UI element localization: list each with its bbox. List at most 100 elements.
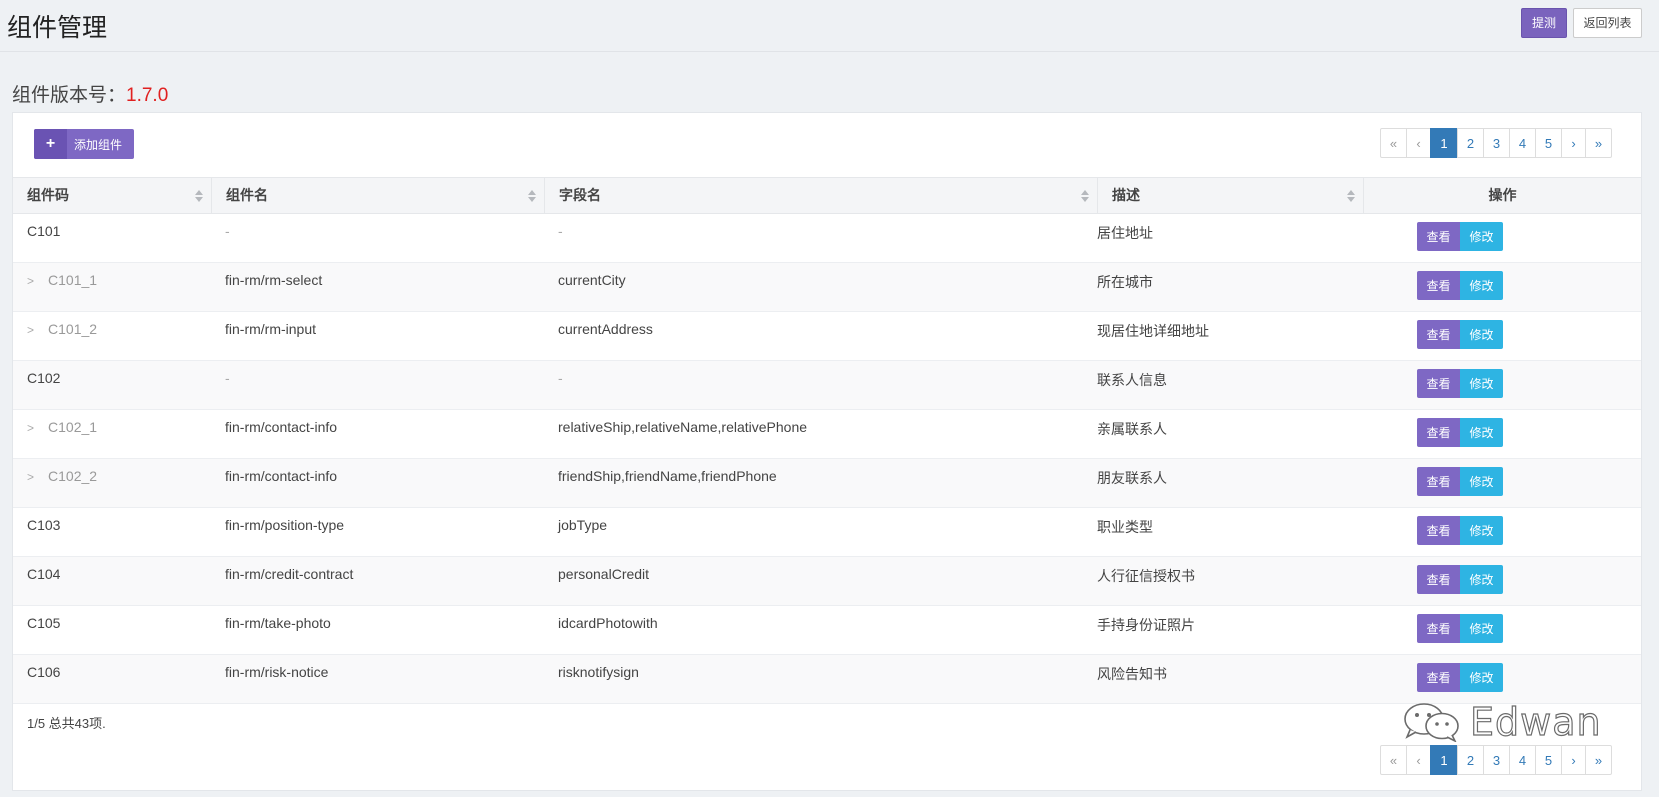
child-indicator-icon: >: [27, 323, 35, 337]
view-button[interactable]: 查看: [1417, 222, 1460, 251]
component-code: C101_2: [48, 321, 98, 337]
column-header-field[interactable]: 字段名: [545, 178, 1098, 213]
component-code: C105: [27, 615, 61, 631]
table-row: C102 - - 联系人信息 查看 修改: [13, 361, 1641, 410]
component-code: C101: [27, 223, 61, 239]
view-button[interactable]: 查看: [1417, 467, 1460, 496]
pagination-last[interactable]: »: [1585, 128, 1612, 158]
view-button[interactable]: 查看: [1417, 320, 1460, 349]
pagination-prev[interactable]: ‹: [1406, 745, 1431, 775]
edit-button[interactable]: 修改: [1460, 467, 1503, 496]
view-button[interactable]: 查看: [1417, 418, 1460, 447]
row-actions: 查看 修改: [1417, 222, 1503, 251]
pagination-page-4[interactable]: 4: [1509, 128, 1536, 158]
cell-code: C102: [27, 370, 60, 386]
child-indicator-icon: >: [27, 470, 35, 484]
cell-field-name: friendShip,friendName,friendPhone: [558, 468, 777, 484]
back-to-list-button[interactable]: 返回列表: [1573, 8, 1642, 38]
pagination-page-4[interactable]: 4: [1509, 745, 1536, 775]
edit-button[interactable]: 修改: [1460, 565, 1503, 594]
pagination-page-1[interactable]: 1: [1430, 128, 1458, 158]
edit-button[interactable]: 修改: [1460, 663, 1503, 692]
pagination-page-3[interactable]: 3: [1483, 128, 1510, 158]
pagination-first[interactable]: «: [1380, 128, 1407, 158]
component-code: C102_2: [48, 468, 98, 484]
cell-code: C104: [27, 566, 60, 582]
pagination-prev[interactable]: ‹: [1406, 128, 1431, 158]
edit-button[interactable]: 修改: [1460, 320, 1503, 349]
column-header-actions: 操作: [1488, 187, 1517, 203]
table-header: 组件码 组件名 字段名 描述 操作: [13, 177, 1641, 214]
plus-icon: +: [34, 129, 67, 159]
view-button[interactable]: 查看: [1417, 516, 1460, 545]
column-label: 组件码: [27, 187, 69, 203]
row-actions: 查看 修改: [1417, 467, 1503, 496]
add-component-button[interactable]: + 添加组件: [34, 129, 134, 159]
view-button[interactable]: 查看: [1417, 369, 1460, 398]
pagination-page-2[interactable]: 2: [1457, 128, 1484, 158]
cell-field-name: -: [558, 223, 563, 239]
cell-field-name: currentCity: [558, 272, 626, 288]
component-code: C101_1: [48, 272, 98, 288]
child-indicator-icon: >: [27, 421, 35, 435]
column-label: 描述: [1112, 187, 1140, 203]
version-line: 组件版本号：1.7.0: [12, 80, 168, 107]
cell-component-name: fin-rm/contact-info: [225, 468, 338, 484]
sort-icon: [195, 190, 203, 202]
pagination-page-5[interactable]: 5: [1535, 128, 1562, 158]
table-row: > C101_2 fin-rm/rm-input currentAddress 现居住地…: [13, 312, 1641, 361]
sort-icon: [1347, 190, 1355, 202]
cell-code: > C102_1: [27, 419, 97, 435]
cell-field-name: currentAddress: [558, 321, 653, 337]
table-row: > C101_1 fin-rm/rm-select currentCity 所在城市 查看…: [13, 263, 1641, 312]
view-button[interactable]: 查看: [1417, 663, 1460, 692]
table-body: C101- - 居住地址 查看 修改 > C101_1 fin-rm/rm-select cur…: [13, 214, 1641, 704]
table-row: C105 fin-rm/take-photo idcardPhotowith 手持身份…: [13, 606, 1641, 655]
sort-icon: [1081, 190, 1089, 202]
cell-code: > C101_1: [27, 272, 97, 288]
edit-button[interactable]: 修改: [1460, 369, 1503, 398]
cell-code: > C101_2: [27, 321, 97, 337]
edit-button[interactable]: 修改: [1460, 418, 1503, 447]
cell-description: 联系人信息: [1097, 372, 1167, 388]
column-header-desc[interactable]: 描述: [1098, 178, 1364, 213]
column-label: 字段名: [559, 187, 601, 203]
pagination-page-2[interactable]: 2: [1457, 745, 1484, 775]
cell-description: 亲属联系人: [1097, 421, 1167, 437]
table-row: C103 fin-rm/position-type jobType 职业类型 查看 修改: [13, 508, 1641, 557]
row-actions: 查看 修改: [1417, 418, 1503, 447]
pagination-first[interactable]: «: [1380, 745, 1407, 775]
edit-button[interactable]: 修改: [1460, 222, 1503, 251]
submit-test-button[interactable]: 提测: [1521, 8, 1567, 38]
pagination-page-5[interactable]: 5: [1535, 745, 1562, 775]
column-header-code[interactable]: 组件码: [13, 178, 212, 213]
table-row: > C102_1 fin-rm/contact-info relativeShip,r…: [13, 410, 1641, 459]
view-button[interactable]: 查看: [1417, 271, 1460, 300]
row-actions: 查看 修改: [1417, 369, 1503, 398]
sort-icon: [528, 190, 536, 202]
column-header-name[interactable]: 组件名: [212, 178, 545, 213]
cell-description: 手持身份证照片: [1097, 617, 1195, 633]
pagination-bottom: « ‹ 1 2 3 4 5 › »: [1380, 745, 1612, 775]
table-row: > C102_2 fin-rm/contact-info friendShip,fri…: [13, 459, 1641, 508]
view-button[interactable]: 查看: [1417, 565, 1460, 594]
cell-description: 现居住地详细地址: [1097, 323, 1209, 339]
component-code: C102: [27, 370, 61, 386]
pagination-next[interactable]: ›: [1561, 745, 1586, 775]
add-component-label: 添加组件: [74, 137, 123, 152]
cell-component-name: fin-rm/position-type: [225, 517, 345, 533]
edit-button[interactable]: 修改: [1460, 614, 1503, 643]
edit-button[interactable]: 修改: [1460, 271, 1503, 300]
cell-description: 职业类型: [1097, 519, 1153, 535]
pagination-last[interactable]: »: [1585, 745, 1612, 775]
pagination-page-1[interactable]: 1: [1430, 745, 1458, 775]
pagination-next[interactable]: ›: [1561, 128, 1586, 158]
child-indicator-icon: >: [27, 274, 35, 288]
view-button[interactable]: 查看: [1417, 614, 1460, 643]
pagination-page-3[interactable]: 3: [1483, 745, 1510, 775]
edit-button[interactable]: 修改: [1460, 516, 1503, 545]
cell-component-name: fin-rm/take-photo: [225, 615, 331, 631]
version-number: 1.7.0: [126, 85, 169, 106]
column-label: 组件名: [226, 187, 268, 203]
table-row: C104 fin-rm/credit-contract personalCredit…: [13, 557, 1641, 606]
